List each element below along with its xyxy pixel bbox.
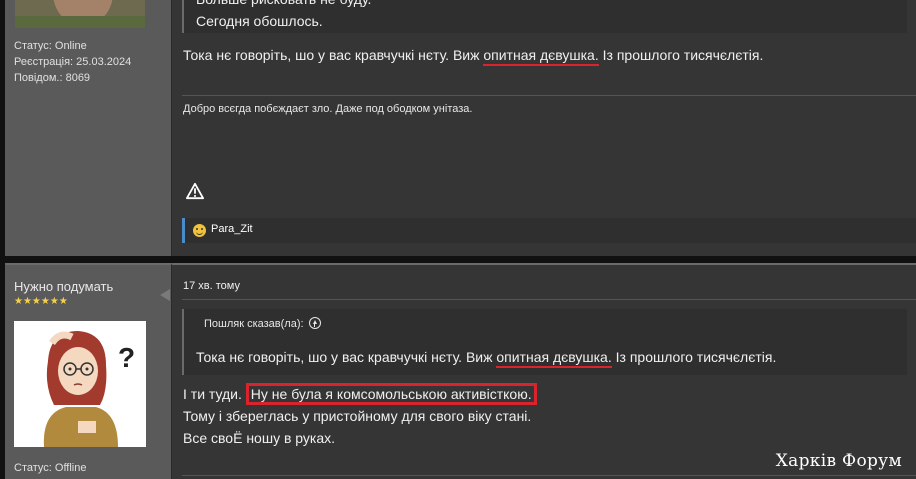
- header-divider: [182, 299, 916, 300]
- laugh-emoji-icon: [193, 224, 206, 237]
- arrow-left-icon: [160, 289, 170, 301]
- quote-line: Сегодня обошлось.: [196, 13, 323, 29]
- quote-line: Больше рисковать не буду.: [196, 0, 371, 10]
- reactions-bar: Para_Zit: [182, 218, 916, 243]
- post-body: І ти туди. Ну не була я комсомольською а…: [183, 383, 537, 449]
- avatar[interactable]: [15, 0, 145, 28]
- post2-content: 17 хв. тому Пошляк сказав(ла): Тока нє г…: [171, 263, 916, 479]
- quote-text: Тока нє говоріть, шо у вас кравчучкі нєт…: [196, 346, 776, 368]
- user-status: Статус: Online: [14, 40, 87, 52]
- arrow-up-circle-icon[interactable]: [308, 317, 321, 329]
- user-rank-stars: ★★★★★★: [14, 296, 68, 307]
- avatar[interactable]: ?: [14, 321, 146, 447]
- post2-user-sidebar: Нужно подумать ★★★★★★ ? Статус: Offline: [5, 263, 171, 479]
- user-status: Статус: Offline: [14, 462, 87, 474]
- signature-divider: [182, 95, 916, 96]
- signature-divider: [182, 475, 916, 476]
- username[interactable]: Нужно подумать: [14, 279, 113, 294]
- svg-text:?: ?: [118, 342, 135, 373]
- post1-content: Больше рисковать не буду. Сегодня обошло…: [171, 0, 916, 256]
- highlighted-box: Ну не була я комсомольською активісткою.: [245, 383, 537, 405]
- report-warning-icon[interactable]: [186, 182, 204, 200]
- post-timestamp[interactable]: 17 хв. тому: [183, 280, 240, 292]
- post1-user-sidebar: Статус: Online Реєстрація: 25.03.2024 По…: [5, 0, 171, 256]
- forum-watermark: Харків Форум: [775, 451, 902, 471]
- quote-block: Больше рисковать не буду. Сегодня обошло…: [182, 0, 907, 33]
- post-body: Тока нє говоріть, шо у вас кравчучкі нєт…: [183, 44, 763, 66]
- highlighted-phrase: опитная дєвушка.: [483, 47, 599, 66]
- user-post-count: Повідом.: 8069: [14, 72, 91, 84]
- quote-block: Пошляк сказав(ла): Тока нє говоріть, шо …: [182, 309, 907, 375]
- highlighted-phrase: опитная дєвушка.: [496, 349, 612, 368]
- quote-author[interactable]: Пошляк сказав(ла):: [204, 317, 321, 330]
- user-registered: Реєстрація: 25.03.2024: [14, 56, 132, 68]
- signature: Добро всєгда побєждаєт зло. Даже под обо…: [183, 103, 473, 115]
- reaction-user-link[interactable]: Para_Zit: [211, 223, 253, 235]
